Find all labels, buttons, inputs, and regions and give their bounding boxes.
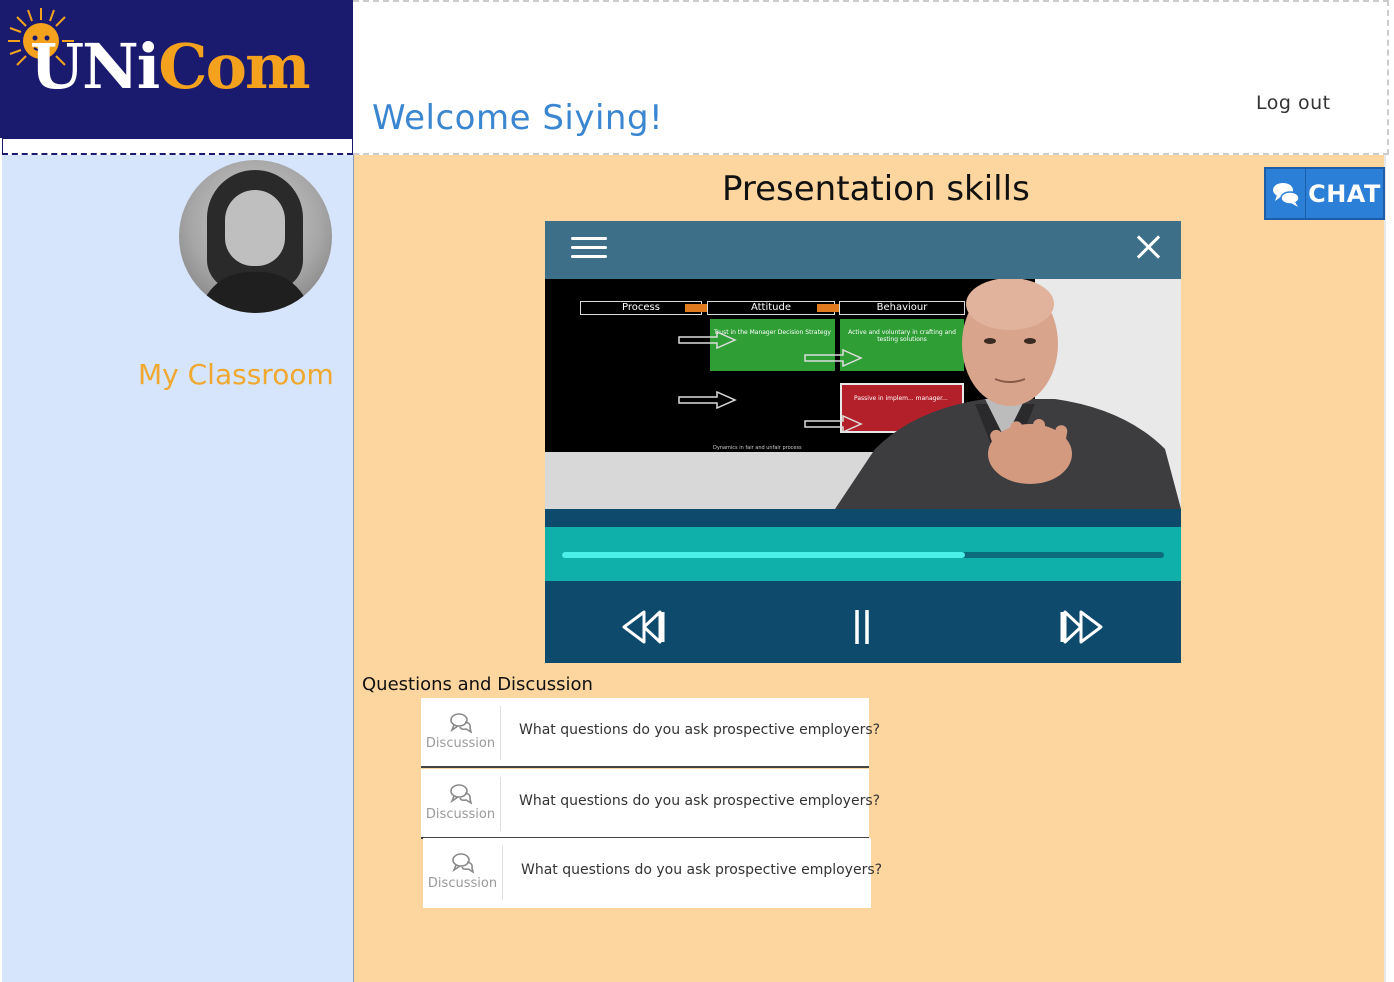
- slide-flow-arrow: [685, 304, 707, 312]
- welcome-message: Welcome Siying!: [372, 98, 664, 138]
- slide-arrow: [678, 391, 737, 409]
- close-icon[interactable]: [1133, 232, 1163, 262]
- discussion-item[interactable]: Discussion What questions do you ask pro…: [423, 838, 882, 908]
- slide-flow-process: Process: [580, 301, 702, 315]
- video-frame[interactable]: Process Attitude Behaviour Trust in the …: [545, 279, 1181, 509]
- avatar[interactable]: [179, 160, 332, 313]
- questions-discussion-heading: Questions and Discussion: [362, 674, 593, 695]
- player-controls: [545, 581, 1181, 663]
- fast-forward-icon[interactable]: [1059, 609, 1105, 645]
- discussion-question[interactable]: What questions do you ask prospective em…: [521, 862, 882, 878]
- logo-text: UNiCom: [30, 30, 311, 103]
- discussion-tag: Discussion: [421, 777, 501, 831]
- discussion-label: Discussion: [427, 876, 498, 891]
- chat-label: CHAT: [1308, 179, 1381, 208]
- sidebar: My Classroom: [2, 155, 354, 982]
- player-toolbar: [545, 221, 1181, 279]
- pause-icon[interactable]: [840, 609, 886, 645]
- logo-uni: UNi: [30, 30, 160, 103]
- main-content: Presentation skills CHAT Process Attitud…: [354, 155, 1386, 982]
- page: UNiCom Welcome Siying! Log out My Classr…: [0, 0, 1394, 982]
- discussion-item[interactable]: Discussion What questions do you ask pro…: [421, 698, 880, 768]
- presenter-figure: [835, 279, 1181, 509]
- discussion-label: Discussion: [425, 736, 496, 751]
- discussion-icon: [449, 784, 472, 805]
- menu-icon[interactable]: [571, 237, 607, 259]
- logo-com: Com: [158, 30, 310, 103]
- logout-link[interactable]: Log out: [1256, 92, 1331, 114]
- logo[interactable]: UNiCom: [0, 0, 353, 138]
- avatar-face: [225, 190, 285, 266]
- chat-button[interactable]: CHAT: [1264, 167, 1385, 220]
- progress-bar[interactable]: [562, 552, 1164, 558]
- discussion-question[interactable]: What questions do you ask prospective em…: [519, 793, 880, 809]
- video-player[interactable]: Process Attitude Behaviour Trust in the …: [545, 221, 1181, 663]
- slide-arrow: [678, 331, 737, 349]
- progress-area: [545, 527, 1181, 581]
- slide-flow-attitude: Attitude: [707, 301, 835, 315]
- discussion-label: Discussion: [425, 807, 496, 822]
- progress-fill: [562, 552, 966, 558]
- slide-caption: Dynamics in fair and unfair process: [713, 445, 802, 451]
- discussion-icon: [451, 853, 474, 874]
- discussion-tag: Discussion: [421, 706, 501, 760]
- discussion-icon: [449, 713, 472, 734]
- chat-icon: [1266, 169, 1306, 218]
- discussion-question[interactable]: What questions do you ask prospective em…: [519, 722, 880, 738]
- discussion-tag: Discussion: [423, 846, 503, 900]
- course-title: Presentation skills: [722, 169, 1030, 209]
- sidebar-item-my-classroom[interactable]: My Classroom: [138, 358, 334, 391]
- logo-divider: [2, 138, 353, 155]
- discussion-item[interactable]: Discussion What questions do you ask pro…: [421, 769, 880, 839]
- rewind-icon[interactable]: [620, 609, 666, 645]
